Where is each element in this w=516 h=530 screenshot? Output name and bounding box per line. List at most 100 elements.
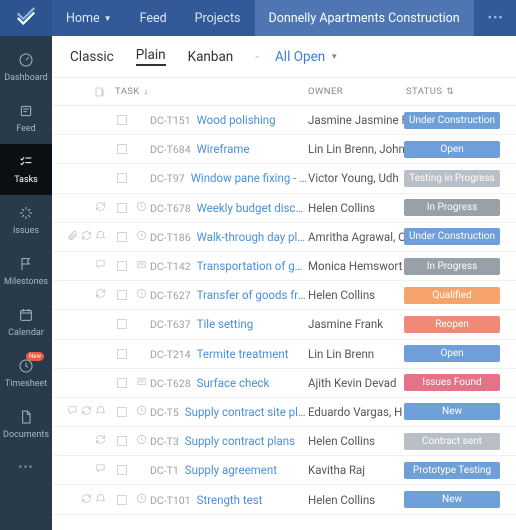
status-badge[interactable]: In Progress xyxy=(404,199,500,216)
status-badge[interactable]: New xyxy=(404,403,500,420)
table-row[interactable]: DC-T627Transfer of goods from stor…Helen… xyxy=(52,281,516,310)
nav-home[interactable]: Home ▼ xyxy=(52,0,126,36)
task-title-link[interactable]: Window pane fixing - Engine… xyxy=(191,171,308,185)
col-owner-header[interactable]: OWNER xyxy=(308,86,404,97)
sort-desc-icon: ↓ xyxy=(144,86,149,97)
task-owner: Lin Lin Brenn xyxy=(308,347,404,361)
task-title-link[interactable]: Supply contract site plan xyxy=(185,405,308,419)
row-checkbox[interactable] xyxy=(117,290,127,300)
status-badge[interactable]: In Progress xyxy=(404,258,500,275)
task-title-link[interactable]: Tile setting xyxy=(197,317,254,331)
row-checkbox[interactable] xyxy=(117,465,127,475)
table-row[interactable]: DC-T684WireframeLin Lin Brenn, JohnOpen xyxy=(52,135,516,164)
sidebar-milestones[interactable]: Milestones xyxy=(0,246,52,297)
table-row[interactable]: DC-T1 Supply agreement Kavitha RajPrototyp… xyxy=(52,456,516,485)
status-badge[interactable]: Reopen xyxy=(404,316,500,333)
nav-more[interactable]: ••• xyxy=(474,0,504,36)
status-badge[interactable]: Contract sent xyxy=(404,433,500,450)
task-owner: Eduardo Vargas, H xyxy=(308,405,404,419)
status-badge[interactable]: Prototype Testing xyxy=(404,462,500,479)
table-row[interactable]: DC-T628Surface checkAjith Kevin DevadIss… xyxy=(52,369,516,398)
filter-dropdown[interactable]: All Open ▼ xyxy=(275,49,338,65)
task-title-link[interactable]: Walk-through day plan xyxy=(197,230,308,244)
table-row[interactable]: DC-T101Strength testHelen CollinsNew xyxy=(52,485,516,514)
clock-icon xyxy=(136,288,147,302)
view-separator: - xyxy=(255,49,259,65)
task-title-link[interactable]: Transfer of goods from stor… xyxy=(197,288,308,302)
comment-icon xyxy=(67,405,78,419)
row-checkbox[interactable] xyxy=(117,203,127,213)
reminder-icon xyxy=(95,230,106,244)
table-row[interactable]: DC-T678Weekly budget discussionHelen Col… xyxy=(52,194,516,223)
nav-project-active[interactable]: Donnelly Apartments Construction xyxy=(255,0,474,36)
status-badge[interactable]: Under Construction xyxy=(404,228,500,245)
flag-icon xyxy=(18,254,34,274)
calendar-icon xyxy=(18,305,34,325)
sidebar-tasks[interactable]: Tasks xyxy=(0,144,52,195)
list-icon xyxy=(136,376,147,390)
view-classic[interactable]: Classic xyxy=(70,49,114,65)
task-owner: Ajith Kevin Devad xyxy=(308,376,404,390)
task-owner: Kavitha Raj xyxy=(308,463,404,477)
table-row[interactable]: DC-T97Window pane fixing - Engine…Victor… xyxy=(52,164,516,193)
table-row[interactable]: DC-T142Transportation of goodsMonica Hem… xyxy=(52,252,516,281)
task-title-link[interactable]: Strength test xyxy=(197,493,263,507)
status-badge[interactable]: New xyxy=(404,491,500,508)
task-title-link[interactable]: Weekly budget discussion xyxy=(197,201,308,215)
status-badge[interactable]: Under Construction xyxy=(404,112,500,129)
task-title-link[interactable]: Termite treatment xyxy=(197,347,289,361)
nav-projects[interactable]: Projects xyxy=(181,0,255,36)
row-checkbox[interactable] xyxy=(117,407,127,417)
row-checkbox[interactable] xyxy=(117,115,127,125)
row-checkbox[interactable] xyxy=(117,144,127,154)
row-checkbox[interactable] xyxy=(117,436,127,446)
row-checkbox[interactable] xyxy=(117,378,127,388)
view-kanban[interactable]: Kanban xyxy=(188,49,234,65)
sidebar: Dashboard Feed Tasks Issues Milestones C… xyxy=(0,36,52,530)
sidebar-timesheet[interactable]: New Timesheet xyxy=(0,348,52,399)
task-owner: Jasmine Frank xyxy=(308,317,404,331)
reminder-icon xyxy=(95,405,106,419)
row-checkbox[interactable] xyxy=(117,173,127,183)
task-title-link[interactable]: Supply agreement xyxy=(185,463,277,477)
task-title-link[interactable]: Wireframe xyxy=(197,142,250,156)
view-plain[interactable]: Plain xyxy=(136,47,166,66)
status-badge[interactable]: Issues Found xyxy=(404,374,500,391)
task-id: DC-T1 xyxy=(150,464,179,477)
row-checkbox[interactable] xyxy=(117,349,127,359)
table-row[interactable]: DC-T3Supply contract plansHelen CollinsC… xyxy=(52,427,516,456)
status-badge[interactable]: Qualified xyxy=(404,287,500,304)
table-row[interactable]: DC-T186Walk-through day planAmritha Agra… xyxy=(52,223,516,252)
app-logo[interactable] xyxy=(0,0,52,36)
sidebar-feed[interactable]: Feed xyxy=(0,93,52,144)
table-row[interactable]: DC-T5 Supply contract site planEduardo Va… xyxy=(52,398,516,427)
task-title-link[interactable]: Surface check xyxy=(197,376,270,390)
recur-icon xyxy=(81,405,92,419)
col-status-header[interactable]: STATUS ⇅ xyxy=(404,86,516,97)
sidebar-documents[interactable]: Documents xyxy=(0,399,52,450)
task-title-link[interactable]: Supply contract plans xyxy=(185,434,295,448)
status-badge[interactable]: Open xyxy=(404,345,500,362)
attach-icon xyxy=(67,230,78,244)
table-row[interactable]: DC-T151Wood polishingJasmine Jasmine FUn… xyxy=(52,106,516,135)
sidebar-issues[interactable]: Issues xyxy=(0,195,52,246)
task-title-link[interactable]: Transportation of goods xyxy=(197,259,308,273)
status-badge[interactable]: Testing in Progress xyxy=(404,170,500,187)
col-task-header[interactable]: TASK ↓ xyxy=(112,86,308,97)
task-title-link[interactable]: Wood polishing xyxy=(197,113,276,127)
table-row[interactable]: DC-T214Termite treatmentLin Lin BrennOpe… xyxy=(52,340,516,369)
nav-feed[interactable]: Feed xyxy=(126,0,181,36)
row-checkbox[interactable] xyxy=(117,495,127,505)
sidebar-more[interactable]: ••• xyxy=(18,460,33,474)
row-checkbox[interactable] xyxy=(117,232,127,242)
table-row[interactable]: DC-T637Tile settingJasmine FrankReopen xyxy=(52,310,516,339)
sidebar-calendar[interactable]: Calendar xyxy=(0,297,52,348)
sidebar-dashboard[interactable]: Dashboard xyxy=(0,42,52,93)
row-checkbox[interactable] xyxy=(117,261,127,271)
gutter-tool-icon[interactable] xyxy=(52,86,112,98)
row-checkbox[interactable] xyxy=(117,319,127,329)
task-id: DC-T5 xyxy=(150,406,179,419)
table-header: TASK ↓ OWNER STATUS ⇅ xyxy=(52,78,516,106)
status-badge[interactable]: Open xyxy=(404,141,500,158)
task-id: DC-T186 xyxy=(150,231,191,244)
